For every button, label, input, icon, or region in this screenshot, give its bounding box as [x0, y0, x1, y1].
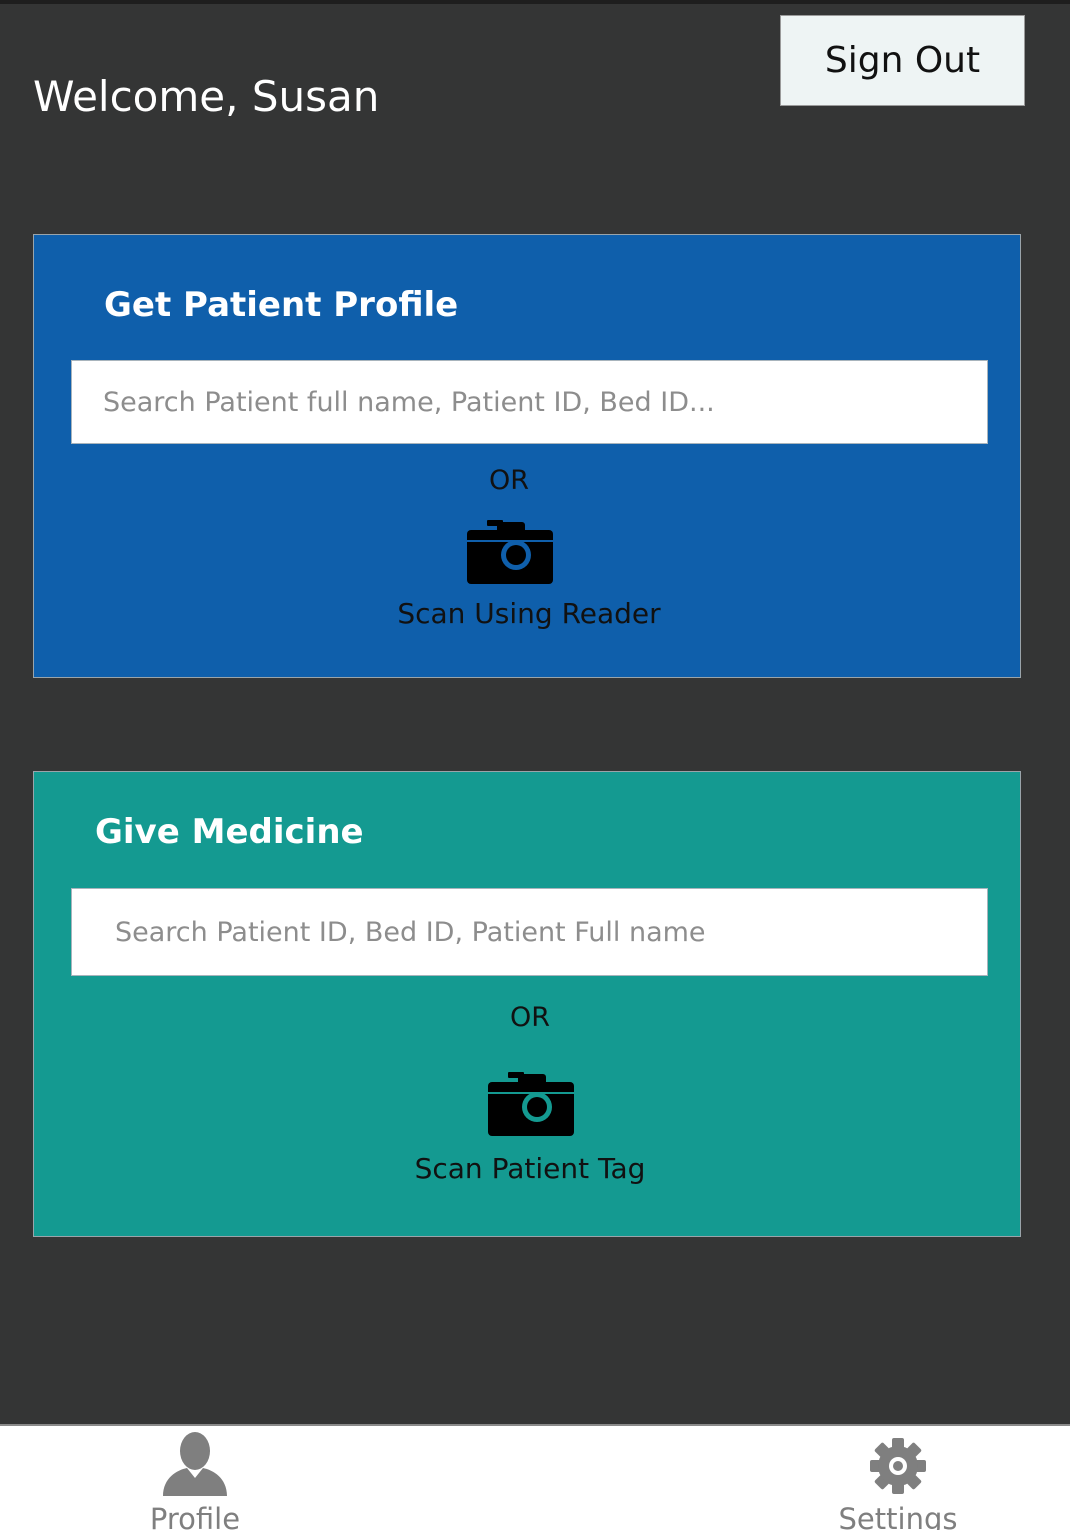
nav-label-profile: Profile	[149, 1502, 241, 1530]
give-medicine-search-input[interactable]: Search Patient ID, Bed ID, Patient Full …	[71, 888, 988, 976]
scan-patient-tag-label[interactable]: Scan Patient Tag	[330, 1152, 730, 1185]
patient-profile-title: Get Patient Profile	[104, 285, 459, 325]
top-border	[0, 0, 1070, 4]
patient-profile-or-label: OR	[488, 465, 529, 496]
nav-item-settings[interactable]: Settings	[798, 1426, 998, 1530]
give-medicine-card: Give Medicine Search Patient ID, Bed ID,…	[33, 771, 1021, 1237]
bottom-navigation: Profile Settings	[0, 1424, 1070, 1530]
welcome-heading: Welcome, Susan	[33, 72, 380, 121]
camera-icon[interactable]	[488, 1072, 574, 1136]
sign-out-button[interactable]: Sign Out	[780, 15, 1025, 106]
nav-label-settings: Settings	[838, 1502, 958, 1530]
give-medicine-search-placeholder: Search Patient ID, Bed ID, Patient Full …	[115, 916, 706, 948]
gear-icon	[870, 1438, 926, 1494]
give-medicine-or-label: OR	[509, 1002, 550, 1033]
patient-profile-card: Get Patient Profile Search Patient full …	[33, 234, 1021, 678]
give-medicine-title: Give Medicine	[95, 812, 364, 852]
person-icon	[163, 1432, 227, 1496]
camera-icon[interactable]	[467, 520, 553, 584]
nav-item-profile[interactable]: Profile	[95, 1426, 295, 1530]
patient-profile-search-input[interactable]: Search Patient full name, Patient ID, Be…	[71, 360, 988, 444]
scan-using-reader-label[interactable]: Scan Using Reader	[329, 597, 729, 630]
patient-profile-search-placeholder: Search Patient full name, Patient ID, Be…	[103, 386, 715, 418]
